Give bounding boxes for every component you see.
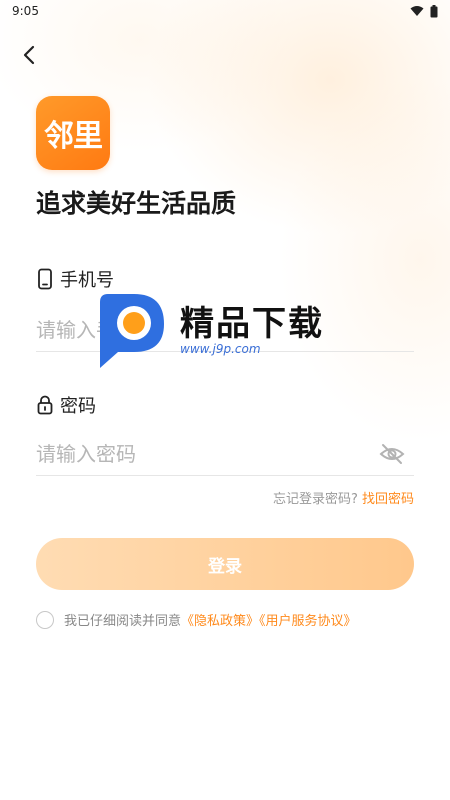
password-label: 密码	[36, 392, 96, 418]
battery-icon	[430, 4, 438, 17]
phone-icon	[38, 268, 52, 290]
app-logo: 邻里	[36, 96, 110, 170]
wifi-icon	[410, 6, 424, 16]
watermark-title: 精品下载	[180, 304, 324, 344]
agreement-text: 我已仔细阅读并同意《隐私政策》《用户服务协议》	[64, 610, 357, 629]
forgot-password-row: 忘记登录密码? 找回密码	[273, 488, 414, 507]
watermark: 精品下载 www.j9p.com	[92, 290, 352, 372]
password-input[interactable]	[36, 432, 414, 476]
agreement-prefix: 我已仔细阅读并同意	[64, 614, 182, 629]
watermark-url: www.j9p.com	[180, 342, 261, 356]
chevron-left-icon	[23, 45, 35, 65]
status-bar: 9:05	[0, 0, 450, 22]
password-label-text: 密码	[60, 396, 96, 417]
back-button[interactable]	[14, 40, 44, 70]
slogan: 追求美好生活品质	[36, 189, 237, 218]
app-logo-text: 邻里	[44, 119, 103, 154]
agreement-row: 我已仔细阅读并同意《隐私政策》《用户服务协议》	[36, 610, 357, 629]
phone-label: 手机号	[36, 266, 114, 292]
status-icons	[410, 4, 438, 18]
forgot-password-prompt: 忘记登录密码?	[272, 492, 358, 507]
privacy-policy-link[interactable]: 《隐私政策》	[181, 614, 259, 629]
forgot-password-link[interactable]: 找回密码	[362, 492, 414, 507]
phone-label-text: 手机号	[60, 270, 114, 291]
status-time: 9:05	[12, 4, 39, 18]
user-agreement-link[interactable]: 《用户服务协议》	[259, 614, 357, 629]
lock-icon	[37, 395, 53, 415]
watermark-logo-icon	[100, 294, 164, 368]
login-button[interactable]: 登录	[36, 538, 414, 590]
agreement-checkbox[interactable]	[36, 610, 54, 629]
eye-off-icon[interactable]	[378, 440, 406, 468]
